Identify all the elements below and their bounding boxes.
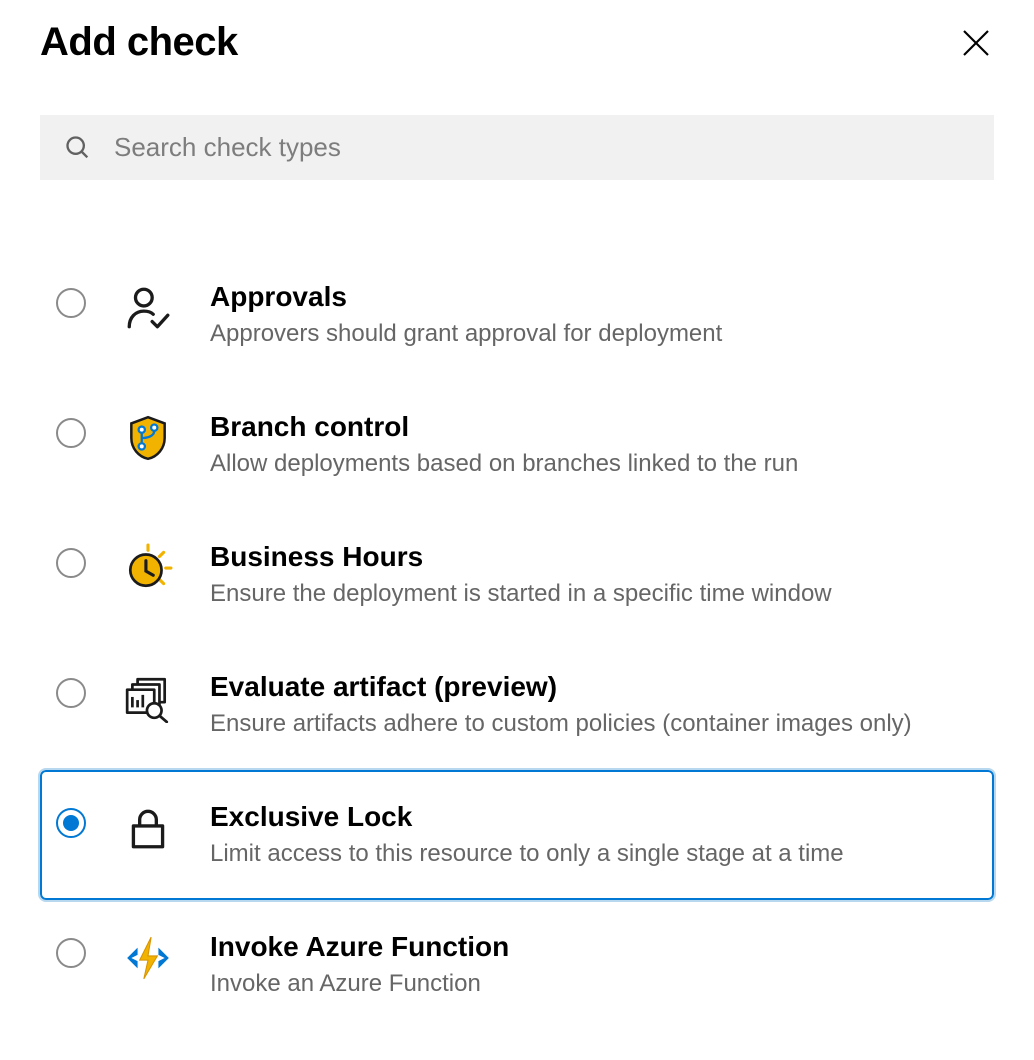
option-text: Evaluate artifact (preview) Ensure artif… bbox=[210, 670, 978, 740]
option-text: Approvals Approvers should grant approva… bbox=[210, 280, 978, 350]
check-option-approvals[interactable]: Approvals Approvers should grant approva… bbox=[40, 250, 994, 380]
search-icon bbox=[64, 134, 92, 162]
clock-sun-icon bbox=[120, 540, 176, 596]
person-check-icon bbox=[120, 280, 176, 336]
option-desc: Limit access to this resource to only a … bbox=[210, 838, 978, 870]
azure-function-icon bbox=[120, 930, 176, 986]
option-title: Approvals bbox=[210, 280, 978, 314]
search-input[interactable] bbox=[112, 131, 970, 164]
option-title: Business Hours bbox=[210, 540, 978, 574]
option-text: Branch control Allow deployments based o… bbox=[210, 410, 978, 480]
option-title: Branch control bbox=[210, 410, 978, 444]
radio-button[interactable] bbox=[56, 418, 86, 448]
check-option-business-hours[interactable]: Business Hours Ensure the deployment is … bbox=[40, 510, 994, 640]
check-type-list: Approvals Approvers should grant approva… bbox=[40, 250, 994, 1030]
option-title: Exclusive Lock bbox=[210, 800, 978, 834]
panel-title: Add check bbox=[40, 20, 238, 65]
option-text: Exclusive Lock Limit access to this reso… bbox=[210, 800, 978, 870]
close-button[interactable] bbox=[958, 25, 994, 61]
option-text: Invoke Azure Function Invoke an Azure Fu… bbox=[210, 930, 978, 1000]
option-desc: Invoke an Azure Function bbox=[210, 968, 978, 1000]
lock-icon bbox=[120, 800, 176, 856]
option-desc: Allow deployments based on branches link… bbox=[210, 448, 978, 480]
option-desc: Ensure artifacts adhere to custom polici… bbox=[210, 708, 978, 740]
close-icon bbox=[958, 25, 994, 61]
radio-button[interactable] bbox=[56, 808, 86, 838]
check-option-invoke-azure-function[interactable]: Invoke Azure Function Invoke an Azure Fu… bbox=[40, 900, 994, 1030]
radio-button[interactable] bbox=[56, 288, 86, 318]
option-title: Invoke Azure Function bbox=[210, 930, 978, 964]
option-desc: Approvers should grant approval for depl… bbox=[210, 318, 978, 350]
search-box[interactable] bbox=[40, 115, 994, 180]
option-title: Evaluate artifact (preview) bbox=[210, 670, 978, 704]
radio-button[interactable] bbox=[56, 938, 86, 968]
check-option-evaluate-artifact[interactable]: Evaluate artifact (preview) Ensure artif… bbox=[40, 640, 994, 770]
option-text: Business Hours Ensure the deployment is … bbox=[210, 540, 978, 610]
artifact-search-icon bbox=[120, 670, 176, 726]
check-option-branch-control[interactable]: Branch control Allow deployments based o… bbox=[40, 380, 994, 510]
check-option-exclusive-lock[interactable]: Exclusive Lock Limit access to this reso… bbox=[40, 770, 994, 900]
branch-shield-icon bbox=[120, 410, 176, 466]
panel-header: Add check bbox=[40, 20, 994, 65]
radio-button[interactable] bbox=[56, 678, 86, 708]
add-check-panel: Add check Approvals Approvers bbox=[0, 0, 1034, 1060]
option-desc: Ensure the deployment is started in a sp… bbox=[210, 578, 978, 610]
radio-button[interactable] bbox=[56, 548, 86, 578]
